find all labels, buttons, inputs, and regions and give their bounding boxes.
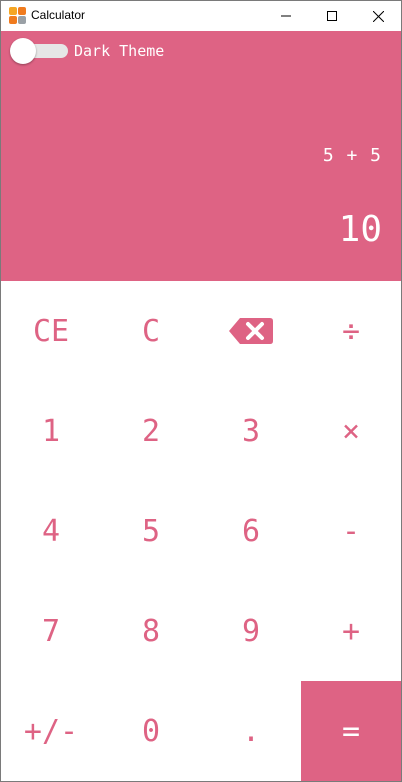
digit-6-button[interactable]: 6	[201, 481, 301, 581]
close-icon	[372, 10, 384, 22]
digit-4-button[interactable]: 4	[1, 481, 101, 581]
close-button[interactable]	[355, 1, 401, 31]
expression-display: 5 + 5	[322, 145, 382, 166]
maximize-icon	[327, 11, 337, 21]
multiply-button[interactable]: ×	[301, 381, 401, 481]
divide-button[interactable]: ÷	[301, 281, 401, 381]
minimize-icon	[281, 15, 291, 17]
calculator-app-icon	[9, 7, 26, 24]
digit-3-button[interactable]: 3	[201, 381, 301, 481]
decimal-button[interactable]: .	[201, 681, 301, 781]
dark-theme-label: Dark Theme	[74, 42, 165, 60]
maximize-button[interactable]	[309, 1, 355, 31]
digit-0-button[interactable]: 0	[101, 681, 201, 781]
backspace-button[interactable]	[201, 281, 301, 381]
clear-entry-button[interactable]: CE	[1, 281, 101, 381]
calculator-window: Calculator Dark Theme 5 + 5 10 CE C ÷ 1 …	[0, 0, 402, 782]
plus-button[interactable]: +	[301, 581, 401, 681]
keypad: CE C ÷ 1 2 3 × 4 5 6 - 7 8 9 + +/- 0 . =	[1, 281, 401, 781]
result-display: 10	[338, 209, 382, 250]
minus-button[interactable]: -	[301, 481, 401, 581]
equals-button[interactable]: =	[301, 681, 401, 781]
digit-9-button[interactable]: 9	[201, 581, 301, 681]
display-panel: Dark Theme 5 + 5 10	[1, 31, 401, 281]
negate-button[interactable]: +/-	[1, 681, 101, 781]
toggle-knob[interactable]	[10, 38, 36, 64]
window-title: Calculator	[31, 8, 86, 22]
digit-5-button[interactable]: 5	[101, 481, 201, 581]
digit-7-button[interactable]: 7	[1, 581, 101, 681]
backspace-icon	[229, 318, 273, 344]
digit-1-button[interactable]: 1	[1, 381, 101, 481]
dark-theme-toggle[interactable]	[10, 38, 68, 64]
clear-button[interactable]: C	[101, 281, 201, 381]
minimize-button[interactable]	[263, 1, 309, 31]
digit-2-button[interactable]: 2	[101, 381, 201, 481]
title-bar: Calculator	[1, 1, 401, 31]
digit-8-button[interactable]: 8	[101, 581, 201, 681]
